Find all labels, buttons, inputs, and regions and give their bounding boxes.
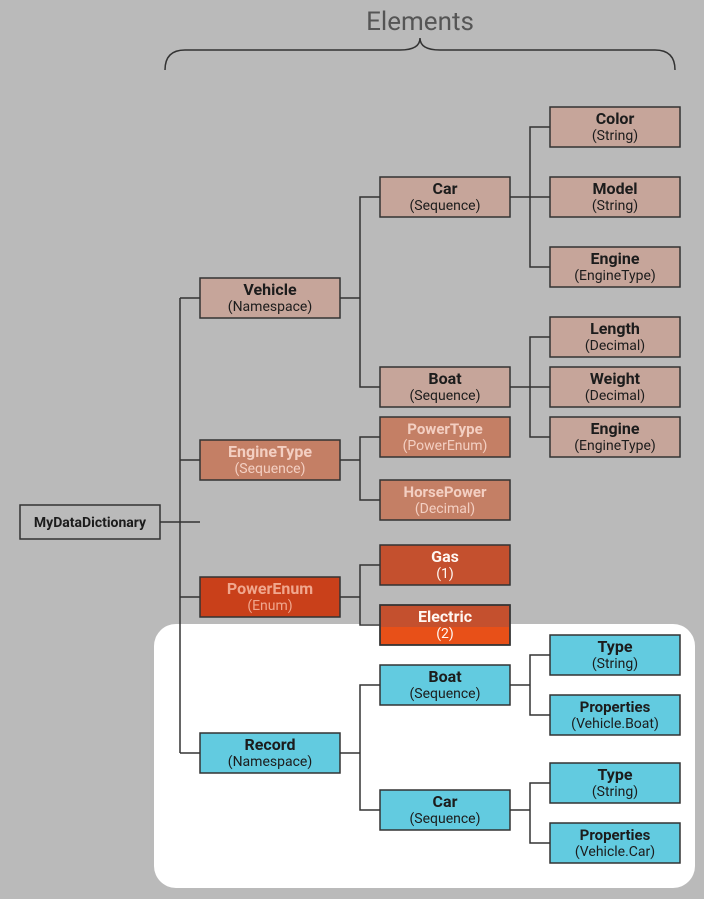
svg-text:(Sequence): (Sequence): [235, 461, 306, 477]
node-car: Car (Sequence): [380, 177, 510, 217]
svg-text:Properties: Properties: [580, 826, 651, 844]
node-car-model: Model (String): [550, 177, 680, 217]
node-r-boat-props: Properties (Vehicle.Boat): [550, 695, 680, 735]
bracket-elements: [165, 38, 675, 70]
svg-text:Gas: Gas: [431, 547, 459, 566]
node-et-powertype: PowerType (PowerEnum): [380, 417, 510, 457]
node-mydatadictionary: MyDataDictionary: [20, 505, 160, 539]
svg-text:(Decimal): (Decimal): [585, 388, 645, 404]
svg-text:HorsePower: HorsePower: [403, 483, 487, 501]
svg-text:Car: Car: [433, 792, 458, 811]
svg-text:(2): (2): [436, 626, 454, 642]
svg-text:(PowerEnum): (PowerEnum): [403, 438, 488, 454]
svg-text:Length: Length: [590, 319, 640, 338]
svg-text:(String): (String): [592, 784, 638, 800]
svg-text:Engine: Engine: [591, 419, 640, 438]
node-r-boat: Boat (Sequence): [380, 665, 510, 705]
svg-text:Weight: Weight: [590, 369, 641, 388]
svg-text:(Sequence): (Sequence): [410, 811, 481, 827]
svg-text:(EngineType): (EngineType): [574, 438, 656, 454]
svg-text:Properties: Properties: [580, 698, 651, 716]
svg-text:Boat: Boat: [428, 369, 462, 388]
node-car-engine: Engine (EngineType): [550, 247, 680, 287]
svg-text:(Decimal): (Decimal): [415, 501, 475, 517]
node-boat-length: Length (Decimal): [550, 317, 680, 357]
node-boat-engine: Engine (EngineType): [550, 417, 680, 457]
svg-text:(Enum): (Enum): [247, 598, 292, 614]
svg-text:PowerEnum: PowerEnum: [227, 579, 313, 598]
svg-text:(Namespace): (Namespace): [228, 754, 312, 770]
node-r-car: Car (Sequence): [380, 790, 510, 830]
svg-text:EngineType: EngineType: [228, 442, 312, 461]
svg-text:PowerType: PowerType: [407, 420, 482, 438]
svg-text:Type: Type: [598, 765, 633, 784]
svg-text:(1): (1): [436, 566, 454, 582]
svg-text:(String): (String): [592, 198, 638, 214]
svg-text:MyDataDictionary: MyDataDictionary: [34, 515, 147, 531]
node-r-boat-type: Type (String): [550, 635, 680, 675]
svg-text:(Sequence): (Sequence): [410, 388, 481, 404]
svg-text:(Namespace): (Namespace): [228, 299, 312, 315]
node-r-car-type: Type (String): [550, 763, 680, 803]
node-car-color: Color (String): [550, 107, 680, 147]
node-record: Record (Namespace): [200, 733, 340, 773]
svg-text:Boat: Boat: [428, 667, 462, 686]
svg-text:(Vehicle.Boat): (Vehicle.Boat): [571, 716, 659, 732]
diagram-canvas: Elements MyDataDictionary Vehicle (Names…: [0, 0, 704, 899]
svg-text:(Vehicle.Car): (Vehicle.Car): [575, 844, 655, 860]
svg-text:Record: Record: [245, 735, 296, 754]
node-pe-gas: Gas (1): [380, 545, 510, 585]
svg-text:Vehicle: Vehicle: [243, 280, 297, 299]
node-vehicle: Vehicle (Namespace): [200, 278, 340, 318]
node-r-car-props: Properties (Vehicle.Car): [550, 823, 680, 863]
svg-text:(Sequence): (Sequence): [410, 686, 481, 702]
svg-text:Engine: Engine: [591, 249, 640, 268]
node-powerenum: PowerEnum (Enum): [200, 577, 340, 617]
svg-text:Model: Model: [593, 179, 638, 198]
svg-text:Type: Type: [598, 637, 633, 656]
node-enginetype: EngineType (Sequence): [200, 440, 340, 480]
svg-text:Car: Car: [433, 179, 458, 198]
svg-text:(EngineType): (EngineType): [574, 268, 656, 284]
svg-text:(String): (String): [592, 656, 638, 672]
diagram-title: Elements: [366, 7, 474, 37]
svg-text:Color: Color: [596, 109, 635, 128]
svg-text:(Sequence): (Sequence): [410, 198, 481, 214]
svg-text:Electric: Electric: [418, 607, 472, 626]
node-boat: Boat (Sequence): [380, 367, 510, 407]
node-et-horsepower: HorsePower (Decimal): [380, 480, 510, 520]
node-boat-weight: Weight (Decimal): [550, 367, 680, 407]
svg-text:(Decimal): (Decimal): [585, 338, 645, 354]
node-pe-electric: Electric (2): [380, 605, 510, 645]
svg-text:(String): (String): [592, 128, 638, 144]
